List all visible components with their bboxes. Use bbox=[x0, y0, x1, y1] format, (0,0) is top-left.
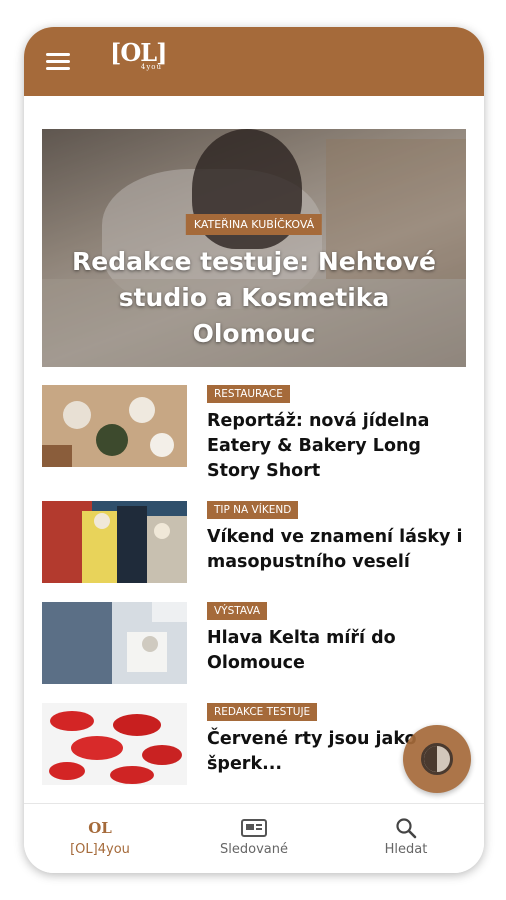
bottom-navigation: OL [OL]4you Sledované Hledat bbox=[24, 803, 484, 873]
category-badge[interactable]: VÝSTAVA bbox=[207, 602, 268, 620]
top-app-bar: [OL] 4you bbox=[24, 27, 484, 96]
article-title: Reportáž: nová jídelna Eatery & Bakery L… bbox=[207, 411, 430, 481]
article-item[interactable]: REDAKCE TESTUJE Červené rty jsou jako šp… bbox=[42, 703, 466, 787]
article-thumbnail bbox=[42, 602, 187, 684]
nav-label: Sledované bbox=[220, 842, 288, 857]
newspaper-icon bbox=[194, 816, 314, 840]
article-title: Hlava Kelta míří do Olomouce bbox=[207, 628, 396, 673]
hero-category-badge[interactable]: KATEŘINA KUBÍČKOVÁ bbox=[185, 214, 323, 235]
brand-logo[interactable]: [OL] 4you bbox=[110, 39, 168, 79]
category-badge[interactable]: TIP NA VÍKEND bbox=[207, 501, 299, 519]
hero-article[interactable]: KATEŘINA KUBÍČKOVÁ Redakce testuje: Neht… bbox=[42, 129, 466, 367]
nav-item-home[interactable]: OL [OL]4you bbox=[40, 816, 160, 866]
search-icon bbox=[346, 816, 466, 840]
article-item[interactable]: VÝSTAVA Hlava Kelta míří do Olomouce bbox=[42, 602, 466, 686]
article-thumbnail bbox=[42, 385, 187, 467]
hero-title: Redakce testuje: Nehtové studio a Kosmet… bbox=[72, 247, 436, 348]
article-title: Víkend ve znamení lásky i masopustního v… bbox=[207, 527, 463, 572]
app-screen: [OL] 4you KATEŘINA KUBÍČKOVÁ Redakce tes… bbox=[24, 27, 484, 873]
nav-item-search[interactable]: Hledat bbox=[346, 816, 466, 866]
article-thumbnail bbox=[42, 703, 187, 785]
nav-item-followed[interactable]: Sledované bbox=[194, 816, 314, 866]
home-logo-icon: OL bbox=[88, 819, 112, 837]
article-item[interactable]: RESTAURACE Reportáž: nová jídelna Eatery… bbox=[42, 385, 466, 481]
hamburger-icon[interactable] bbox=[46, 53, 70, 71]
article-item[interactable]: TIP NA VÍKEND Víkend ve znamení lásky i … bbox=[42, 501, 466, 585]
contrast-toggle-button[interactable] bbox=[403, 725, 471, 793]
nav-label: [OL]4you bbox=[70, 842, 130, 857]
category-badge[interactable]: REDAKCE TESTUJE bbox=[207, 703, 318, 721]
nav-label: Hledat bbox=[384, 842, 428, 857]
category-badge[interactable]: RESTAURACE bbox=[207, 385, 290, 403]
article-thumbnail bbox=[42, 501, 187, 583]
